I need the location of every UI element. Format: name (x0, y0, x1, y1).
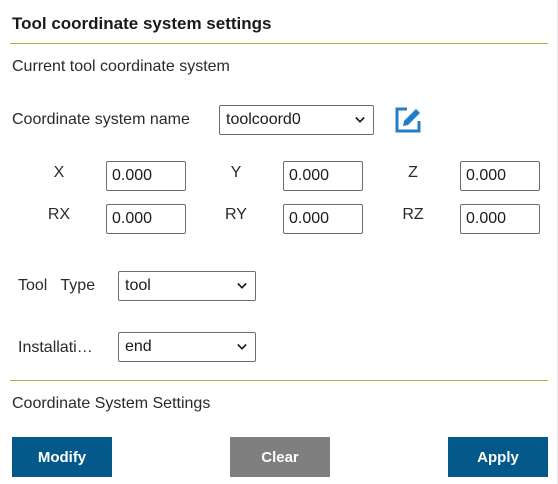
ry-input-value: 0.000 (289, 210, 330, 227)
x-label: X (53, 164, 65, 181)
coordinate-system-name-label: Coordinate system name (12, 111, 190, 128)
y-input[interactable]: 0.000 (283, 161, 363, 191)
tool-type-select[interactable]: tool (118, 271, 256, 301)
x-input[interactable]: 0.000 (106, 161, 186, 191)
installation-select[interactable]: end (118, 332, 256, 362)
rx-input-value: 0.000 (112, 210, 153, 227)
installation-label: Installati… (18, 339, 93, 356)
clear-button[interactable]: Clear (230, 437, 330, 477)
apply-button[interactable]: Apply (448, 437, 548, 477)
rx-label: RX (47, 206, 71, 223)
ry-label: RY (225, 206, 247, 223)
tool-type-label: Tool Type (18, 277, 96, 294)
edit-icon[interactable] (393, 105, 423, 135)
rx-input[interactable]: 0.000 (106, 204, 186, 234)
z-input[interactable]: 0.000 (460, 161, 540, 191)
chevron-down-icon (355, 115, 365, 125)
settings-section-label: Coordinate System Settings (12, 395, 211, 412)
rz-label: RZ (402, 206, 424, 223)
z-input-value: 0.000 (466, 167, 507, 184)
coordinate-system-select[interactable]: toolcoord0 (219, 105, 374, 135)
y-input-value: 0.000 (289, 167, 330, 184)
modify-button[interactable]: Modify (12, 437, 112, 477)
settings-divider (10, 380, 548, 381)
coordinate-system-select-value: toolcoord0 (226, 111, 301, 128)
title-divider (10, 43, 548, 44)
tool-coordinate-settings-panel: Tool coordinate system settings Current … (0, 0, 558, 484)
chevron-down-icon (237, 342, 247, 352)
y-label: Y (230, 164, 242, 181)
tool-type-select-value: tool (125, 277, 151, 294)
panel-title: Tool coordinate system settings (12, 14, 272, 33)
chevron-down-icon (237, 281, 247, 291)
rz-input-value: 0.000 (466, 210, 507, 227)
rz-input[interactable]: 0.000 (460, 204, 540, 234)
installation-select-value: end (125, 338, 152, 355)
ry-input[interactable]: 0.000 (283, 204, 363, 234)
z-label: Z (408, 164, 418, 181)
current-section-label: Current tool coordinate system (12, 58, 230, 75)
x-input-value: 0.000 (112, 167, 153, 184)
